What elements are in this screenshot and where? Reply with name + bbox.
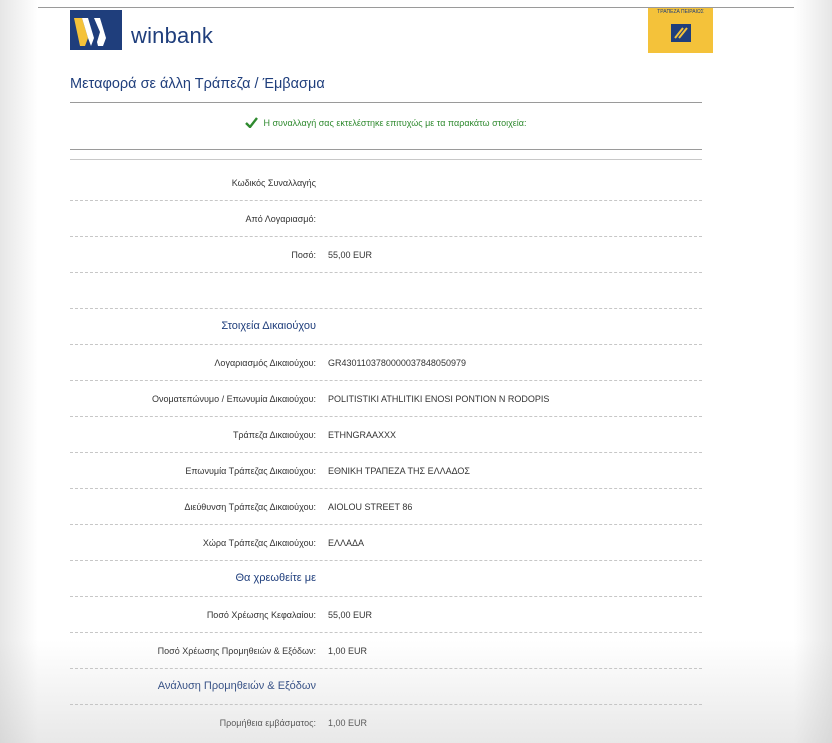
header: winbank ΤΡΑΠΕΖΑ ΠΕΙΡΑΙΩΣ xyxy=(0,8,832,68)
field-label: Ονοματεπώνυμο / Επωνυμία Δικαιούχου: xyxy=(151,394,316,404)
field-label: Ποσό Χρέωσης Κεφαλαίου: xyxy=(206,610,316,620)
field-value: GR4301103780000037848050979 xyxy=(328,358,466,368)
row-beneficiary-bank-address: Διεύθυνση Τράπεζας Δικαιούχου: AIOLOU ST… xyxy=(70,489,702,525)
page: winbank ΤΡΑΠΕΖΑ ΠΕΙΡΑΙΩΣ Μεταφορά σε άλλ… xyxy=(0,0,832,743)
section-title: Ανάλυση Προμηθειών & Εξόδων xyxy=(157,680,316,692)
winbank-logo-icon[interactable] xyxy=(70,10,122,50)
section-fees-breakdown: Ανάλυση Προμηθειών & Εξόδων xyxy=(70,669,702,705)
divider xyxy=(70,149,702,150)
success-message: Η συναλλαγή σας εκτελέστηκε επιτυχώς με … xyxy=(70,117,702,135)
field-label: Από Λογαριασμό: xyxy=(245,214,316,224)
bank-mark-icon xyxy=(671,24,691,42)
section-beneficiary: Στοιχεία Δικαιούχου xyxy=(70,309,702,345)
field-label: Ποσό: xyxy=(291,250,316,260)
row-beneficiary-bank-name: Επωνυμία Τράπεζας Δικαιούχου: ΕΘΝΙΚΗ ΤΡΑ… xyxy=(70,453,702,489)
top-border xyxy=(38,0,794,8)
field-value: POLITISTIKI ATHLITIKI ENOSI PONTION N RO… xyxy=(328,394,550,404)
field-label: Χώρα Τράπεζας Δικαιούχου: xyxy=(202,538,316,548)
field-label: Προμήθεια εμβάσματος: xyxy=(219,718,316,728)
field-label: Τράπεζα Δικαιούχου: xyxy=(232,430,316,440)
row-amount: Ποσό: 55,00 EUR xyxy=(70,237,702,273)
section-title: Θα χρεωθείτε με xyxy=(235,572,316,584)
row-beneficiary-name: Ονοματεπώνυμο / Επωνυμία Δικαιούχου: POL… xyxy=(70,381,702,417)
section-charges: Θα χρεωθείτε με xyxy=(70,561,702,597)
field-value: 55,00 EUR xyxy=(328,250,373,260)
row-beneficiary-account: Λογαριασμός Δικαιούχου: GR43011037800000… xyxy=(70,345,702,381)
row-spacer xyxy=(70,273,702,309)
page-title: Μεταφορά σε άλλη Τράπεζα / Έμβασμα xyxy=(70,76,325,92)
divider xyxy=(70,159,702,160)
field-label: Επωνυμία Τράπεζας Δικαιούχου: xyxy=(185,466,316,476)
row-remittance-fee: Προμήθεια εμβάσματος: 1,00 EUR xyxy=(70,705,702,741)
divider xyxy=(70,102,702,103)
field-label: Κωδικός Συναλλαγής xyxy=(231,178,316,188)
field-value: ΕΘΝΙΚΗ ΤΡΑΠΕΖΑ ΤΗΣ ΕΛΛΑΔΟΣ xyxy=(328,466,471,476)
check-icon xyxy=(245,117,259,128)
success-text: Η συναλλαγή σας εκτελέστηκε επιτυχώς με … xyxy=(263,118,527,128)
brand-name[interactable]: winbank xyxy=(131,23,213,49)
field-value: 55,00 EUR xyxy=(328,610,373,620)
w-mark-icon xyxy=(74,18,118,46)
field-value: ΕΛΛΑΔΑ xyxy=(328,538,365,548)
row-principal-charge: Ποσό Χρέωσης Κεφαλαίου: 55,00 EUR xyxy=(70,597,702,633)
row-beneficiary-bank: Τράπεζα Δικαιούχου: ETHNGRAAXXX xyxy=(70,417,702,453)
field-value: 1,00 EUR xyxy=(328,718,368,728)
piraeus-bank-logo-icon: ΤΡΑΠΕΖΑ ΠΕΙΡΑΙΩΣ xyxy=(648,8,713,53)
row-beneficiary-bank-country: Χώρα Τράπεζας Δικαιούχου: ΕΛΛΑΔΑ xyxy=(70,525,702,561)
field-value: 1,00 EUR xyxy=(328,646,368,656)
field-label: Διεύθυνση Τράπεζας Δικαιούχου: xyxy=(184,502,316,512)
row-from-account: Από Λογαριασμό: xyxy=(70,201,702,237)
section-title: Στοιχεία Δικαιούχου xyxy=(221,320,316,332)
field-label: Ποσό Χρέωσης Προμηθειών & Εξόδων: xyxy=(157,646,316,656)
row-transaction-code: Κωδικός Συναλλαγής xyxy=(70,165,702,201)
field-label: Λογαριασμός Δικαιούχου: xyxy=(214,358,316,368)
field-value: AIOLOU STREET 86 xyxy=(328,502,413,512)
field-value: ETHNGRAAXXX xyxy=(328,430,397,440)
row-fees-charge: Ποσό Χρέωσης Προμηθειών & Εξόδων: 1,00 E… xyxy=(70,633,702,669)
bank-logo-caption: ΤΡΑΠΕΖΑ ΠΕΙΡΑΙΩΣ xyxy=(657,9,704,15)
